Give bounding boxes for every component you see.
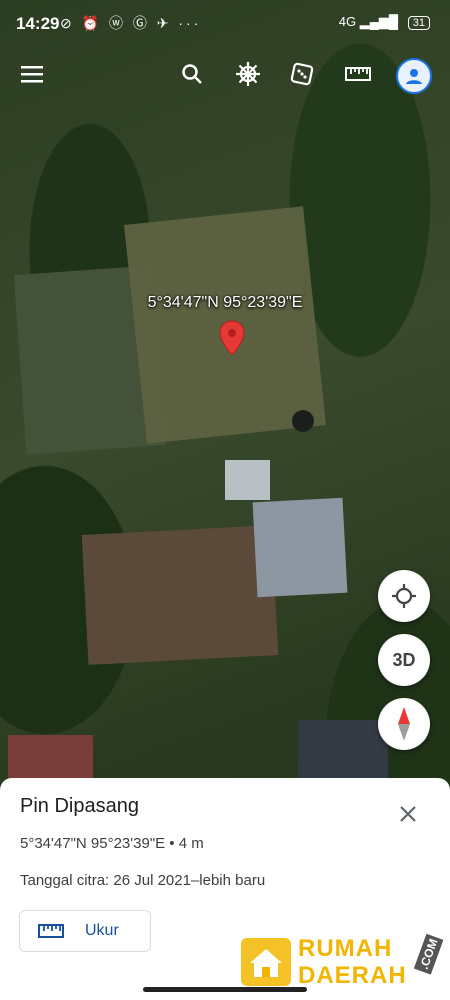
watermark-line1: RUMAH (298, 935, 393, 962)
house-icon (241, 938, 291, 986)
map-field (81, 525, 279, 665)
compass-button[interactable] (378, 698, 430, 750)
close-icon[interactable] (394, 800, 422, 828)
account-icon[interactable] (396, 58, 432, 94)
status-time: 14:29 (16, 14, 60, 33)
map-building (298, 720, 388, 785)
map-building (225, 460, 270, 500)
pin-coordinates-label: 5°34'47"N 95°23'39"E (147, 294, 303, 311)
watermark-logo: RUMAH DAERAH .COM (240, 933, 444, 990)
search-icon[interactable] (170, 52, 214, 96)
ruler-icon[interactable] (336, 52, 380, 96)
signal-icon: 4G ▂▄▆█ (338, 14, 399, 29)
menu-icon[interactable] (10, 52, 54, 96)
top-toolbar (0, 52, 450, 96)
gesture-home-bar[interactable] (143, 987, 307, 992)
ship-wheel-icon[interactable] (226, 52, 270, 96)
watermark-suffix: .COM (413, 933, 444, 975)
measure-button-label: Ukur (85, 922, 119, 939)
status-bar: 14:29 ⊘ ⏰ ⓦ Ⓖ ✈ ··· 4G ▂▄▆█ 31 (0, 0, 450, 46)
measure-button[interactable]: Ukur (19, 910, 151, 952)
map-pond (292, 410, 314, 432)
battery-icon: 31 (407, 16, 430, 30)
my-location-button[interactable] (378, 570, 430, 622)
map-building (252, 497, 348, 598)
notification-icons: ⊘ ⏰ ⓦ Ⓖ ✈ ··· (60, 15, 202, 31)
view-3d-button[interactable]: 3D (378, 634, 430, 686)
ruler-icon (38, 924, 64, 938)
compass-icon (398, 707, 410, 741)
placemark-pin-icon[interactable] (219, 320, 245, 356)
dice-icon[interactable] (280, 52, 324, 96)
pin-coordinates: 5°34'47"N 95°23'39"E • 4 m (20, 835, 204, 852)
watermark-line2: DAERAH (298, 962, 407, 989)
network-status: 4G ▂▄▆█ 31 (339, 14, 430, 30)
info-sheet-title: Pin Dipasang (20, 795, 139, 817)
imagery-date: Tanggal citra: 26 Jul 2021–lebih baru (20, 872, 266, 889)
my-location-icon (392, 584, 416, 608)
